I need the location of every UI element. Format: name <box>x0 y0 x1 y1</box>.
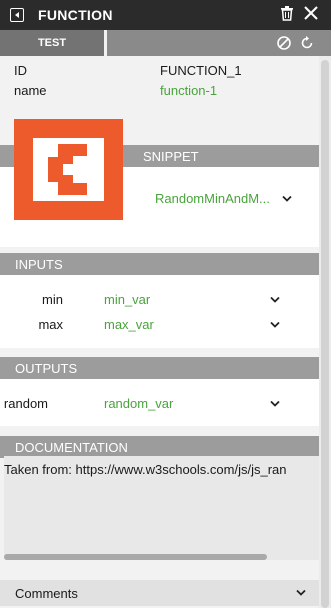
tab-divider <box>104 30 107 56</box>
chevron-down-icon[interactable] <box>282 195 292 203</box>
inputs-body: min min_var max max_var <box>0 275 319 348</box>
output-random-label: random <box>3 396 48 411</box>
documentation-scrollbar[interactable] <box>4 554 267 560</box>
output-random-value[interactable]: random_var <box>104 396 173 411</box>
name-value[interactable]: function-1 <box>160 83 217 98</box>
chevron-down-icon[interactable] <box>270 400 280 408</box>
refresh-icon[interactable] <box>299 35 315 51</box>
comments-label: Comments <box>15 585 78 601</box>
documentation-text: Taken from: https://www.w3schools.com/js… <box>4 462 287 477</box>
title-bar: FUNCTION <box>0 0 331 30</box>
input-min-value[interactable]: min_var <box>104 292 150 307</box>
outputs-header: OUTPUTS <box>0 357 319 379</box>
chevron-down-icon[interactable] <box>270 296 280 304</box>
name-label: name <box>14 83 47 98</box>
chevron-down-icon[interactable] <box>296 589 306 597</box>
panel-scrollbar-thumb[interactable] <box>321 60 329 608</box>
outputs-body: random random_var <box>0 379 319 426</box>
back-icon[interactable] <box>10 8 24 22</box>
tab-bar: TEST <box>0 30 331 56</box>
trash-icon[interactable] <box>280 5 294 21</box>
function-glyph-icon <box>48 144 87 195</box>
input-max-value[interactable]: max_var <box>104 317 154 332</box>
snippet-select[interactable]: RandomMinAndM... <box>155 191 270 206</box>
panel-title: FUNCTION <box>38 7 113 23</box>
documentation-header: DOCUMENTATION <box>0 436 319 458</box>
cancel-circle-icon[interactable] <box>276 35 292 51</box>
properties-panel: ID FUNCTION_1 name function-1 SNIPPET Ra… <box>0 56 319 608</box>
function-logo <box>14 119 123 220</box>
comments-section[interactable]: Comments <box>0 580 319 606</box>
id-value: FUNCTION_1 <box>160 63 242 78</box>
tab-test[interactable]: TEST <box>0 30 104 56</box>
input-min-label: min <box>42 292 63 307</box>
id-label: ID <box>14 63 27 78</box>
documentation-textarea[interactable]: Taken from: https://www.w3schools.com/js… <box>4 456 319 560</box>
chevron-down-icon[interactable] <box>270 321 280 329</box>
panel-scrollbar-track[interactable] <box>319 56 331 608</box>
inputs-header: INPUTS <box>0 253 319 275</box>
close-icon[interactable] <box>303 5 319 21</box>
input-max-label: max <box>38 317 63 332</box>
